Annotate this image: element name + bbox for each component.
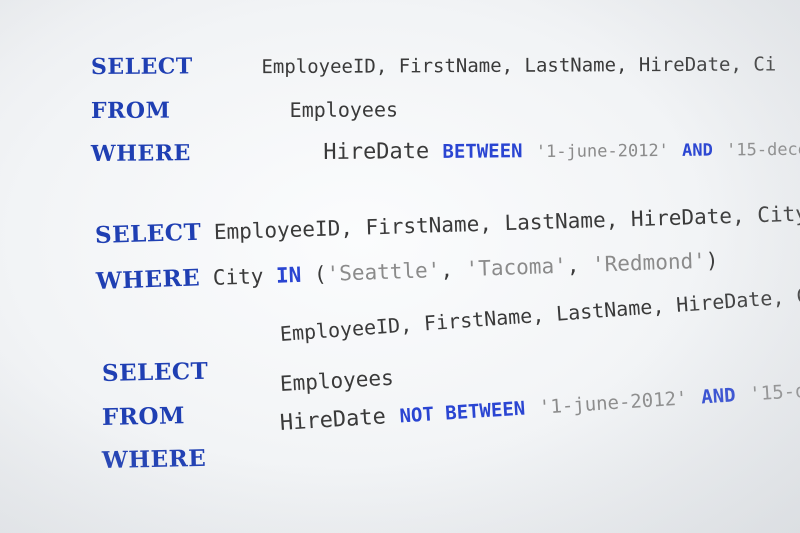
sql-comma: , (566, 253, 580, 278)
code-line-where-1: WHERE HireDate BETWEEN '1-june-2012' AND… (91, 134, 800, 168)
code-editor[interactable]: SELECT EmployeeID, FirstName, LastName, … (0, 0, 800, 533)
sql-keyword-in: IN (275, 262, 302, 288)
sql-keyword-where: WHERE (90, 140, 191, 167)
sql-keyword-from: FROM (101, 402, 186, 431)
sql-columns: EmployeeID, FirstName, LastName, HireDat… (279, 282, 800, 346)
sql-paren-open: ( (313, 261, 328, 287)
sql-string: '15-dec (748, 378, 800, 406)
sql-keyword-and: AND (700, 384, 737, 409)
sql-comma: , (439, 257, 454, 282)
sql-columns: EmployeeID, FirstName, LastName, HireDat… (213, 200, 800, 245)
code-line-select-3: EmployeeID, FirstName, LastName, HireDat… (279, 282, 800, 348)
code-line-select-1: SELECT EmployeeID, FirstName, LastName, … (91, 50, 776, 81)
code-keyword-where-3: WHERE (102, 445, 207, 475)
sql-keyword-from: FROM (90, 97, 171, 124)
code-line-from-1: FROM Employees (91, 96, 398, 125)
sql-string: 'Redmond' (591, 248, 707, 277)
code-line-where-2: WHERE City IN ('Seattle', 'Tacoma', 'Red… (96, 246, 719, 296)
sql-field: HireDate (323, 139, 430, 165)
sql-keyword-where: WHERE (95, 264, 201, 295)
sql-keyword-select: SELECT (90, 53, 193, 80)
sql-columns: EmployeeID, FirstName, LastName, HireDat… (261, 53, 777, 79)
sql-table: Employees (289, 97, 399, 122)
code-line-select-2: SELECT EmployeeID, FirstName, LastName, … (95, 199, 800, 250)
sql-string: '1-june-2012' (538, 387, 689, 419)
code-line-from-3: Employees (279, 366, 394, 398)
sql-keyword-not-between: NOT BETWEEN (398, 397, 526, 428)
sql-string: 'Tacoma' (465, 253, 568, 282)
sql-keyword-select: SELECT (101, 357, 209, 387)
sql-keyword-select: SELECT (94, 218, 202, 249)
sql-string: '15-decembe (726, 139, 800, 161)
sql-field: City (212, 264, 264, 290)
sql-keyword-where: WHERE (101, 444, 207, 474)
sql-paren-close: ) (705, 248, 719, 273)
code-keyword-select-3: SELECT (102, 358, 209, 388)
sql-string: 'Seattle' (326, 257, 441, 286)
sql-keyword-between: BETWEEN (442, 140, 523, 163)
sql-keyword-and: AND (682, 140, 713, 161)
code-keyword-from-3: FROM (102, 402, 186, 432)
sql-field: HireDate (279, 404, 387, 436)
sql-table: Employees (279, 365, 395, 396)
sql-string: '1-june-2012' (535, 140, 669, 163)
